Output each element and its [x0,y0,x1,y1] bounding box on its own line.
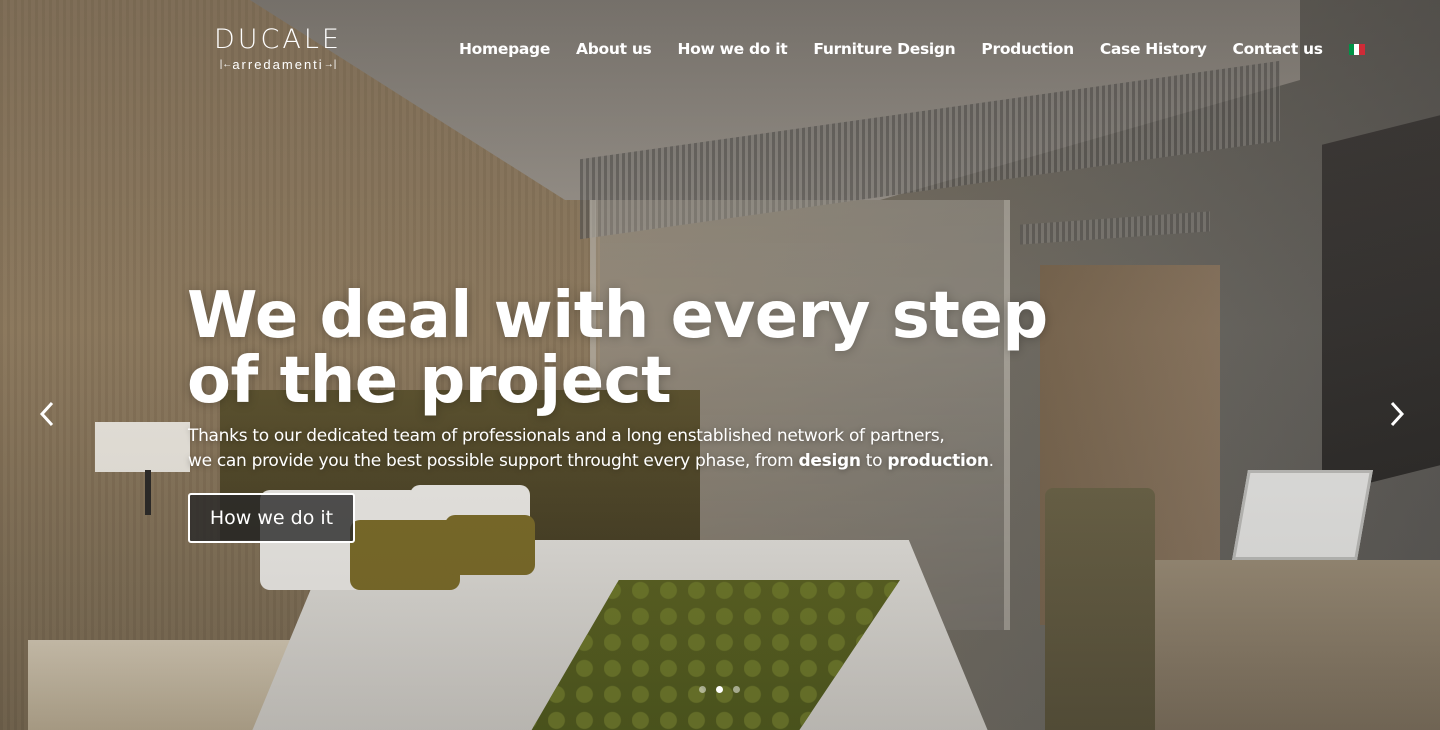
arrow-left-icon: |← [219,59,233,70]
logo-tagline: arredamenti [232,57,324,72]
hero-description-line1: Thanks to our dedicated team of professi… [188,426,945,446]
arrow-right-icon: →| [323,59,337,70]
hero-headline: We deal with every step of the project [187,284,1087,414]
nav-case-history[interactable]: Case History [1100,38,1207,60]
nav-about-us[interactable]: About us [576,38,652,60]
slider-dot-1[interactable] [699,686,706,693]
chevron-right-icon [1390,401,1405,427]
slider-dot-3[interactable] [733,686,740,693]
slider-pagination [699,686,750,693]
slider-prev-button[interactable] [32,397,62,431]
nav-homepage[interactable]: Homepage [459,38,550,60]
hero-description-connector: to [860,451,888,471]
hero-description-line2: we can provide you the best possible sup… [188,451,799,471]
how-we-do-it-button[interactable]: How we do it [188,493,355,543]
site-logo[interactable]: DUCALE |← arredamenti →| [207,24,349,73]
slider-next-button[interactable] [1382,397,1412,431]
nav-how-we-do-it[interactable]: How we do it [678,38,788,60]
chevron-left-icon [39,401,54,427]
hero-keyword-design: design [798,451,861,471]
nav-production[interactable]: Production [981,38,1074,60]
slider-dot-2[interactable] [716,686,723,693]
logo-tagline-row: |← arredamenti →| [207,57,349,72]
hero-slider: DUCALE |← arredamenti →| Homepage About … [0,0,1440,730]
hero-description: Thanks to our dedicated team of professi… [188,424,1088,474]
italian-flag-icon[interactable] [1348,43,1365,55]
hero-headline-line1: We deal with every step [187,279,1048,353]
hero-keyword-production: production [887,451,989,471]
nav-contact-us[interactable]: Contact us [1233,38,1323,60]
logo-name: DUCALE [214,24,342,55]
nav-furniture-design[interactable]: Furniture Design [813,38,955,60]
hero-description-end: . [988,451,994,471]
hero-headline-line2: of the project [187,344,672,418]
main-nav: Homepage About us How we do it Furniture… [459,38,1365,60]
